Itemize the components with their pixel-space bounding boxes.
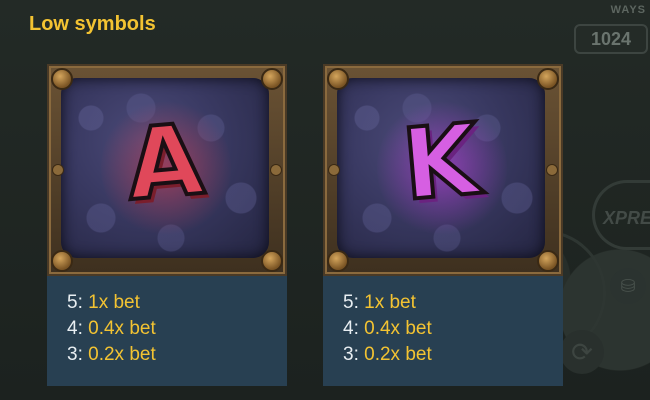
bolt-icon bbox=[546, 164, 558, 176]
symbol-art: K bbox=[337, 78, 545, 258]
payout-value: 0.2x bet bbox=[88, 344, 156, 365]
rivet-icon bbox=[327, 250, 349, 272]
rivet-icon bbox=[537, 68, 559, 90]
symbol-card-k: K 5: 1x bet 4: 0.4x bet 3: 0.2x bet bbox=[323, 64, 563, 386]
ways-label: WAYS bbox=[610, 4, 646, 16]
rivet-icon bbox=[261, 250, 283, 272]
coins-icon[interactable]: ⛁ bbox=[610, 268, 646, 304]
pay-row: 3: 0.2x bet bbox=[343, 342, 563, 368]
pay-row: 3: 0.2x bet bbox=[67, 342, 287, 368]
symbol-tile: K bbox=[323, 64, 563, 276]
rivet-icon bbox=[51, 68, 73, 90]
payout-count: 5: bbox=[67, 292, 83, 313]
symbol-art: A bbox=[61, 78, 269, 258]
payout-count: 4: bbox=[67, 318, 83, 339]
bolt-icon bbox=[270, 164, 282, 176]
payout-count: 5: bbox=[343, 292, 359, 313]
section-title: Low symbols bbox=[29, 13, 156, 35]
payout-value: 0.4x bet bbox=[88, 318, 156, 339]
payout-value: 1x bet bbox=[88, 292, 140, 313]
autoplay-icon[interactable]: ⟳ bbox=[560, 330, 604, 374]
paytable: 5: 1x bet 4: 0.4x bet 3: 0.2x bet bbox=[47, 276, 287, 386]
symbol-card-a: A 5: 1x bet 4: 0.4x bet 3: 0.2x bet bbox=[47, 64, 287, 386]
payout-count: 3: bbox=[343, 344, 359, 365]
payout-value: 0.2x bet bbox=[364, 344, 432, 365]
rivet-icon bbox=[261, 68, 283, 90]
bolt-icon bbox=[328, 164, 340, 176]
payout-count: 4: bbox=[343, 318, 359, 339]
paytable: 5: 1x bet 4: 0.4x bet 3: 0.2x bet bbox=[323, 276, 563, 386]
payout-value: 1x bet bbox=[364, 292, 416, 313]
pay-row: 4: 0.4x bet bbox=[343, 316, 563, 342]
pay-row: 5: 1x bet bbox=[67, 290, 287, 316]
symbol-tile: A bbox=[47, 64, 287, 276]
rivet-icon bbox=[51, 250, 73, 272]
bolt-icon bbox=[52, 164, 64, 176]
ways-counter: 1024 bbox=[574, 24, 648, 54]
pay-row: 4: 0.4x bet bbox=[67, 316, 287, 342]
symbol-letter-a: A bbox=[120, 101, 210, 225]
payout-count: 3: bbox=[67, 344, 83, 365]
payout-value: 0.4x bet bbox=[364, 318, 432, 339]
pay-row: 5: 1x bet bbox=[343, 290, 563, 316]
rivet-icon bbox=[327, 68, 349, 90]
symbol-letter-k: K bbox=[396, 101, 486, 225]
rivet-icon bbox=[537, 250, 559, 272]
